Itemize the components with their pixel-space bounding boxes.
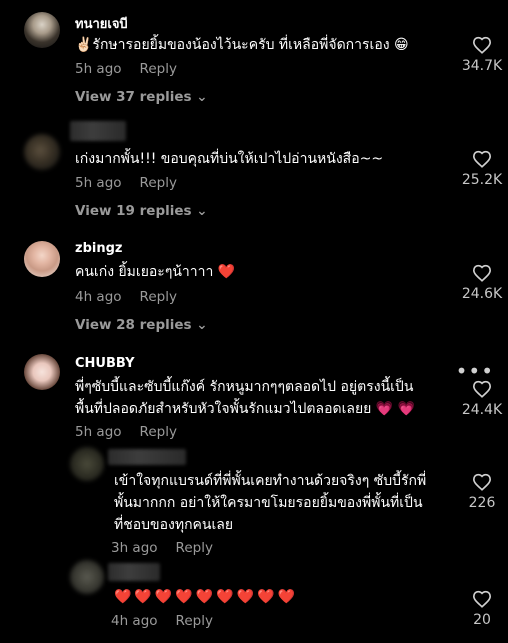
comment-meta: 5h ago Reply	[75, 424, 177, 440]
comment-time: 5h ago	[75, 175, 122, 191]
view-replies-button[interactable]: View 37 replies ⌄	[75, 89, 208, 105]
avatar[interactable]	[24, 241, 60, 277]
heart-icon	[472, 380, 492, 398]
like-count: 25.2K	[461, 172, 503, 188]
reply-text-line: ที่ชอบของทุกคนเลย	[114, 517, 234, 533]
reply-button[interactable]: Reply	[176, 613, 213, 629]
reply-button[interactable]: Reply	[140, 289, 177, 305]
reply-button[interactable]: Reply	[140, 424, 177, 440]
like-button[interactable]: 34.7K	[452, 36, 508, 74]
comment-time: 5h ago	[75, 61, 122, 77]
view-replies-label: View 19 replies	[75, 203, 192, 219]
comment-time: 4h ago	[75, 289, 122, 305]
pink-heart-icon: 💗 💗	[375, 401, 416, 417]
comment-text-body: ✌🏻รักษารอยยิ้มของน้องไว้นะครับ ที่เหลือพ…	[75, 37, 390, 53]
view-replies-label: View 28 replies	[75, 317, 192, 333]
like-button[interactable]: 24.6K	[452, 264, 508, 302]
reply-meta: 4h ago Reply	[111, 613, 213, 629]
comment-meta: 5h ago Reply	[75, 175, 177, 191]
view-replies-button[interactable]: View 19 replies ⌄	[75, 203, 208, 219]
comment-text: พี่ๆซับบี้และซับบี้แก๊งค์ รักหนูมากๆๆตลอ…	[75, 376, 455, 420]
comment-username[interactable]: CHUBBY	[75, 356, 135, 371]
reply-time: 3h ago	[111, 540, 158, 556]
like-count: 20	[473, 612, 491, 628]
like-button[interactable]: 24.4K	[452, 380, 508, 418]
chevron-down-icon: ⌄	[196, 89, 208, 105]
chevron-down-icon: ⌄	[196, 203, 208, 219]
avatar[interactable]	[24, 134, 60, 170]
view-replies-button[interactable]: View 28 replies ⌄	[75, 317, 208, 333]
like-count: 226	[468, 495, 496, 511]
grin-emoji-icon: 😁	[394, 37, 409, 53]
blurred-username	[108, 449, 186, 465]
comment-text: ✌🏻รักษารอยยิ้มของน้องไว้นะครับ ที่เหลือพ…	[75, 34, 455, 56]
comment-text: คนเก่ง ยิ้มเยอะๆน้าาาา ❤️	[75, 261, 455, 283]
comment-text-body: พื้นที่ปลอดภัยสำหรับหัวใจพั้นรักแมวไปตลอ…	[75, 401, 372, 417]
reply-text: ❤️❤️❤️❤️❤️❤️❤️❤️❤️	[114, 589, 298, 605]
reply-text: เข้าใจทุกแบรนด์ที่พี่พั้นเคยทำงานด้วยจริ…	[114, 470, 464, 536]
comment-meta: 4h ago Reply	[75, 289, 177, 305]
like-count: 24.6K	[461, 286, 503, 302]
avatar[interactable]	[24, 354, 60, 390]
reply-text-line: พั้นมากกก อย่าให้ใครมาขโมยรอยยิ้มของพี่พ…	[114, 495, 423, 511]
avatar[interactable]	[24, 12, 60, 48]
comment-username[interactable]: ทนายเจบี	[75, 13, 128, 34]
reply-time: 4h ago	[111, 613, 158, 629]
blurred-username	[108, 563, 160, 581]
heart-icon	[472, 150, 492, 168]
like-button[interactable]: 226	[452, 473, 508, 511]
heart-icon	[472, 264, 492, 282]
like-count: 34.7K	[461, 58, 503, 74]
comment-text: เก่งมากพั้น!!! ขอบคุณที่บ่นให้เปาไปอ่านห…	[75, 151, 384, 167]
comment-username[interactable]: zbingz	[75, 241, 122, 256]
like-button[interactable]: 20	[452, 590, 508, 628]
chevron-down-icon: ⌄	[196, 317, 208, 333]
comment-text-line: พี่ๆซับบี้และซับบี้แก๊งค์ รักหนูมากๆๆตลอ…	[75, 379, 414, 395]
reply-button[interactable]: Reply	[140, 61, 177, 77]
reply-button[interactable]: Reply	[140, 175, 177, 191]
comment-time: 5h ago	[75, 424, 122, 440]
comment-text-body: คนเก่ง ยิ้มเยอะๆน้าาาา	[75, 264, 214, 280]
like-button[interactable]: 25.2K	[452, 150, 508, 188]
red-heart-icon: ❤️	[217, 264, 236, 280]
reply-meta: 3h ago Reply	[111, 540, 213, 556]
heart-icon	[472, 36, 492, 54]
more-options-icon[interactable]: •••	[456, 361, 494, 381]
view-replies-label: View 37 replies	[75, 89, 192, 105]
comment-meta: 5h ago Reply	[75, 61, 177, 77]
avatar[interactable]	[70, 447, 104, 481]
heart-icon	[472, 590, 492, 608]
like-count: 24.4K	[461, 402, 503, 418]
comment-text-line: พื้นที่ปลอดภัยสำหรับหัวใจพั้นรักแมวไปตลอ…	[75, 398, 455, 420]
heart-icon	[472, 473, 492, 491]
reply-text-line: เข้าใจทุกแบรนด์ที่พี่พั้นเคยทำงานด้วยจริ…	[114, 473, 427, 489]
blurred-username	[70, 121, 126, 141]
reply-button[interactable]: Reply	[176, 540, 213, 556]
avatar[interactable]	[70, 560, 104, 594]
